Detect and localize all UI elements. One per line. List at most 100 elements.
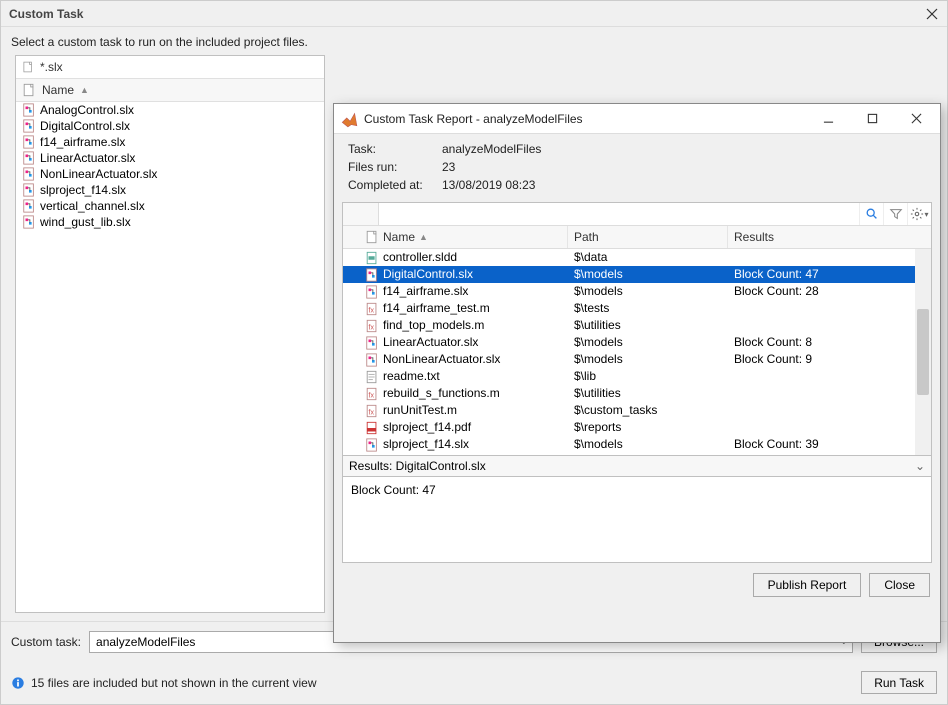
table-row[interactable]: NonLinearActuator.slx$\modelsBlock Count… — [343, 351, 931, 368]
close-icon[interactable] — [921, 5, 943, 23]
close-button[interactable] — [894, 105, 938, 133]
search-gutter — [343, 203, 379, 225]
cell-name: slproject_f14.slx — [383, 436, 469, 453]
filter-row[interactable]: *.slx — [16, 56, 324, 79]
results-header[interactable]: Results: DigitalControl.slx ⌄ — [342, 456, 932, 477]
minimize-button[interactable] — [806, 105, 850, 133]
search-input[interactable] — [379, 203, 859, 225]
task-value: analyzeModelFiles — [442, 142, 926, 156]
table-row[interactable]: runUnitTest.m $\custom_tasks — [343, 402, 931, 419]
list-item[interactable]: LinearActuator.slx — [16, 150, 324, 166]
col-results[interactable]: Results — [728, 226, 931, 248]
table-row[interactable]: f14_airframe_test.m $\tests — [343, 300, 931, 317]
cell-name: f14_airframe.slx — [383, 283, 468, 300]
list-item[interactable]: DigitalControl.slx — [16, 118, 324, 134]
cell-path: $\models — [568, 436, 728, 453]
table-row[interactable]: LinearActuator.slx$\modelsBlock Count: 8 — [343, 334, 931, 351]
maximize-button[interactable] — [850, 105, 894, 133]
table-row[interactable]: DigitalControl.slx$\modelsBlock Count: 4… — [343, 266, 931, 283]
files-run-value: 23 — [442, 160, 926, 174]
slx-icon — [365, 438, 379, 452]
sort-asc-icon: ▲ — [419, 232, 428, 242]
table-row[interactable]: controller.sldd $\data — [343, 249, 931, 266]
table-row[interactable]: rebuild_s_functions.m $\utilities — [343, 385, 931, 402]
cell-name: rebuild_s_functions.m — [383, 385, 500, 402]
cell-path: $\tests — [568, 300, 728, 317]
file-list: AnalogControl.slxDigitalControl.slx f14_a… — [16, 102, 324, 230]
col-path[interactable]: Path — [568, 226, 728, 248]
slx-icon — [22, 119, 36, 133]
cell-path: $\utilities — [568, 317, 728, 334]
cell-results: Block Count: 9 — [728, 351, 931, 368]
scrollbar[interactable] — [915, 249, 931, 455]
cell-name: runUnitTest.m — [383, 402, 457, 419]
m-icon — [365, 319, 379, 333]
list-item[interactable]: NonLinearActuator.slx — [16, 166, 324, 182]
titlebar[interactable]: Custom Task — [1, 1, 947, 27]
slx-icon — [365, 285, 379, 299]
table-row[interactable]: f14_airframe.slx $\modelsBlock Count: 28 — [343, 283, 931, 300]
txt-icon — [365, 370, 379, 384]
window-title: Custom Task — [9, 7, 83, 21]
document-icon — [365, 230, 379, 244]
status-text: 15 files are included but not shown in t… — [31, 676, 317, 690]
cell-path: $\reports — [568, 419, 728, 436]
slx-icon — [22, 103, 36, 117]
slx-icon — [22, 151, 36, 165]
file-name: f14_airframe.slx — [40, 135, 125, 149]
completed-label: Completed at: — [348, 178, 438, 192]
report-table: ▾ Name ▲ Path Results controller.sldd $\d… — [342, 202, 932, 456]
cell-name: controller.sldd — [383, 249, 457, 266]
name-column-header[interactable]: Name ▲ — [16, 79, 324, 102]
run-task-button[interactable]: Run Task — [861, 671, 937, 694]
publish-report-button[interactable]: Publish Report — [753, 573, 862, 597]
slx-icon — [365, 353, 379, 367]
cell-path: $\custom_tasks — [568, 402, 728, 419]
slx-icon — [22, 183, 36, 197]
cell-results: Block Count: 47 — [728, 266, 931, 283]
slx-icon — [365, 336, 379, 350]
files-run-label: Files run: — [348, 160, 438, 174]
sort-asc-icon: ▲ — [80, 85, 89, 95]
close-report-button[interactable]: Close — [869, 573, 930, 597]
results-header-text: Results: DigitalControl.slx — [349, 459, 486, 473]
slx-icon — [22, 199, 36, 213]
cell-path: $\models — [568, 283, 728, 300]
custom-task-value: analyzeModelFiles — [96, 635, 195, 649]
list-item[interactable]: vertical_channel.slx — [16, 198, 324, 214]
cell-name: slproject_f14.pdf — [383, 419, 471, 436]
task-label: Task: — [348, 142, 438, 156]
project-files-panel: *.slx Name ▲ AnalogControl.slxDigitalCon… — [15, 55, 325, 613]
cell-path: $\models — [568, 351, 728, 368]
table-row[interactable]: slproject_f14.slx $\modelsBlock Count: 39 — [343, 436, 931, 453]
report-titlebar[interactable]: Custom Task Report - analyzeModelFiles — [334, 104, 940, 134]
list-item[interactable]: f14_airframe.slx — [16, 134, 324, 150]
col-name[interactable]: Name ▲ — [343, 226, 568, 248]
cell-path: $\models — [568, 334, 728, 351]
cell-name: readme.txt — [383, 368, 440, 385]
cell-results: Block Count: 8 — [728, 334, 931, 351]
chevron-down-icon: ⌄ — [915, 459, 925, 473]
m-icon — [365, 404, 379, 418]
cell-path: $\utilities — [568, 385, 728, 402]
report-title: Custom Task Report - analyzeModelFiles — [364, 112, 806, 126]
table-row[interactable]: find_top_models.m$\utilities — [343, 317, 931, 334]
document-icon — [22, 83, 36, 97]
list-item[interactable]: wind_gust_lib.slx — [16, 214, 324, 230]
table-row[interactable]: slproject_f14.pdf $\reports — [343, 419, 931, 436]
file-name: slproject_f14.slx — [40, 183, 126, 197]
cell-path: $\data — [568, 249, 728, 266]
list-item[interactable]: AnalogControl.slx — [16, 102, 324, 118]
search-icon[interactable] — [859, 203, 883, 225]
cell-name: f14_airframe_test.m — [383, 300, 490, 317]
table-row[interactable]: readme.txt$\lib — [343, 368, 931, 385]
cell-results: Block Count: 28 — [728, 283, 931, 300]
report-dialog: Custom Task Report - analyzeModelFiles T… — [333, 103, 941, 643]
cell-results: Block Count: 39 — [728, 436, 931, 453]
file-name: wind_gust_lib.slx — [40, 215, 131, 229]
list-item[interactable]: slproject_f14.slx — [16, 182, 324, 198]
filter-icon[interactable] — [883, 203, 907, 225]
file-name: DigitalControl.slx — [40, 119, 130, 133]
gear-icon[interactable]: ▾ — [907, 203, 931, 225]
instruction-text: Select a custom task to run on the inclu… — [1, 27, 947, 55]
